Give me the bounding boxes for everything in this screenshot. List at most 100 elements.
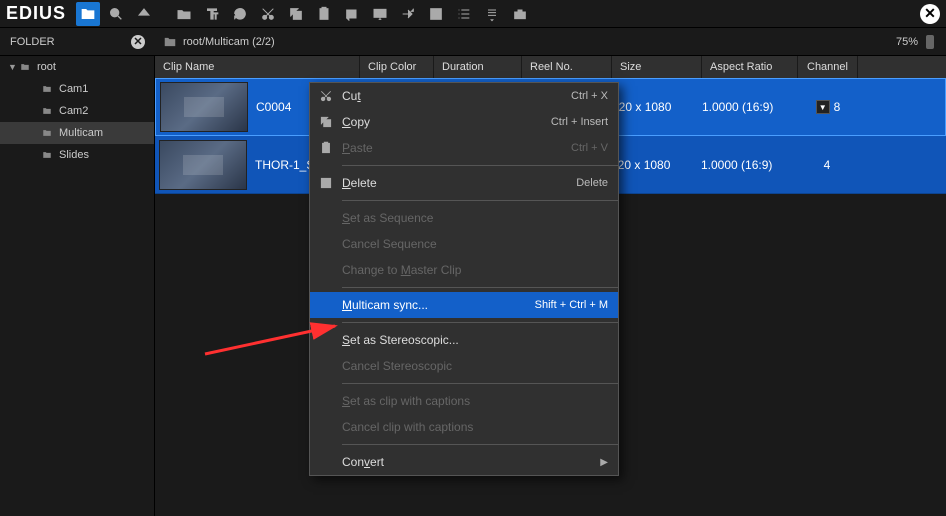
toolbar-list-icon[interactable] (452, 2, 476, 26)
toolbar-undo-icon[interactable] (340, 2, 364, 26)
menu-item-set-sequence: Set as Sequence (310, 205, 618, 231)
clip-size-cell: 920 x 1080 (612, 100, 702, 114)
col-duration[interactable]: Duration (434, 56, 522, 78)
menu-separator (342, 165, 618, 166)
menu-item-cancel-stereo: Cancel Stereoscopic (310, 353, 618, 379)
toolbar-toolbox-icon[interactable] (508, 2, 532, 26)
tree-child-slides[interactable]: Slides (0, 144, 154, 166)
paste-icon (310, 141, 342, 155)
tree-root-label: root (37, 61, 56, 73)
folder-panel-label: FOLDER (10, 36, 55, 48)
menu-label: Cancel Sequence (342, 237, 608, 251)
toolbar-up-icon[interactable] (132, 2, 156, 26)
close-window-button[interactable]: ✕ (920, 4, 940, 24)
column-header: Clip Name Clip Color Duration Reel No. S… (155, 56, 946, 78)
top-toolbar: EDIUS ✕ (0, 0, 946, 28)
s-mark-icon (310, 176, 342, 190)
menu-shortcut: Delete (576, 177, 608, 189)
menu-separator (342, 444, 618, 445)
sub-bar: FOLDER ✕ root/Multicam (2/2) 75% (0, 28, 946, 56)
col-clip-name[interactable]: Clip Name (155, 56, 360, 78)
toolbar-cut-icon[interactable] (256, 2, 280, 26)
clip-thumbnail[interactable] (159, 140, 247, 190)
col-aspect[interactable]: Aspect Ratio (702, 56, 798, 78)
clip-channel-value: 4 (824, 158, 831, 172)
menu-label: Set as Stereoscopic... (342, 333, 608, 347)
breadcrumb-path: root/Multicam (2/2) (183, 36, 275, 48)
clip-channel-cell: 4 (797, 158, 857, 172)
toolbar-addout-icon[interactable] (396, 2, 420, 26)
copy-icon (310, 115, 342, 129)
tree-child-cam2[interactable]: Cam2 (0, 100, 154, 122)
menu-label: Convert (342, 455, 600, 469)
menu-separator (342, 200, 618, 201)
toolbar-open-icon[interactable] (172, 2, 196, 26)
menu-label: Cancel Stereoscopic (342, 359, 608, 373)
folder-panel-header: FOLDER ✕ (0, 35, 155, 49)
folder-tree: ▼ root Cam1 Cam2 Multicam Slides (0, 56, 155, 516)
menu-label: Multicam sync... (342, 298, 535, 312)
folder-clear-button[interactable]: ✕ (131, 35, 145, 49)
folder-icon (18, 62, 32, 72)
menu-item-set-stereo[interactable]: Set as Stereoscopic... (310, 327, 618, 353)
menu-label: Set as Sequence (342, 211, 608, 225)
folder-icon (163, 35, 177, 49)
menu-item-delete[interactable]: Delete Delete (310, 170, 618, 196)
toolbar-display-icon[interactable] (368, 2, 392, 26)
zoom-slider[interactable] (926, 35, 934, 49)
breadcrumb[interactable]: root/Multicam (2/2) (155, 35, 884, 49)
tree-child-label: Slides (59, 149, 89, 161)
toolbar-search-icon[interactable] (104, 2, 128, 26)
col-size[interactable]: Size (612, 56, 702, 78)
clip-thumbnail[interactable] (160, 82, 248, 132)
menu-shortcut: Shift + Ctrl + M (535, 299, 608, 311)
tree-root[interactable]: ▼ root (0, 56, 154, 78)
menu-shortcut: Ctrl + V (571, 142, 608, 154)
submenu-arrow-icon: ▶ (600, 457, 608, 468)
toolbar-text-icon[interactable] (200, 2, 224, 26)
folder-icon (40, 84, 54, 94)
folder-icon (40, 150, 54, 160)
menu-item-paste: Paste Ctrl + V (310, 135, 618, 161)
col-channel[interactable]: Channel (798, 56, 858, 78)
menu-label: Copy (342, 115, 551, 129)
menu-label: Cut (342, 89, 571, 103)
cut-icon (310, 89, 342, 103)
channel-dropdown-icon[interactable]: ▼ (816, 100, 830, 114)
tree-child-cam1[interactable]: Cam1 (0, 78, 154, 100)
menu-item-cancel-captions: Cancel clip with captions (310, 414, 618, 440)
toolbar-paste-icon[interactable] (312, 2, 336, 26)
toolbar-smark-icon[interactable] (424, 2, 448, 26)
menu-shortcut: Ctrl + X (571, 90, 608, 102)
menu-label: Set as clip with captions (342, 394, 608, 408)
menu-label: Change to Master Clip (342, 263, 608, 277)
clip-size-cell: 920 x 1080 (611, 158, 701, 172)
clip-aspect-cell: 1.0000 (16:9) (702, 100, 798, 114)
col-reel[interactable]: Reel No. (522, 56, 612, 78)
menu-label: Cancel clip with captions (342, 420, 608, 434)
menu-item-multicam-sync[interactable]: Multicam sync... Shift + Ctrl + M (310, 292, 618, 318)
menu-item-cancel-sequence: Cancel Sequence (310, 231, 618, 257)
col-clip-color[interactable]: Clip Color (360, 56, 434, 78)
toolbar-folder-icon[interactable] (76, 2, 100, 26)
tree-child-multicam[interactable]: Multicam (0, 122, 154, 144)
folder-icon (40, 106, 54, 116)
tree-expand-icon[interactable]: ▼ (8, 62, 18, 72)
toolbar-listfilter-icon[interactable] (480, 2, 504, 26)
menu-separator (342, 383, 618, 384)
tree-child-label: Cam2 (59, 105, 88, 117)
zoom-area: 75% (884, 35, 946, 49)
menu-item-convert[interactable]: Convert ▶ (310, 449, 618, 475)
menu-separator (342, 322, 618, 323)
menu-item-copy[interactable]: Copy Ctrl + Insert (310, 109, 618, 135)
menu-item-cut[interactable]: Cut Ctrl + X (310, 83, 618, 109)
toolbar-rotate-icon[interactable] (228, 2, 252, 26)
clip-aspect-cell: 1.0000 (16:9) (701, 158, 797, 172)
tree-child-label: Cam1 (59, 83, 88, 95)
menu-item-master-clip: Change to Master Clip (310, 257, 618, 283)
menu-shortcut: Ctrl + Insert (551, 116, 608, 128)
app-title: EDIUS (6, 3, 66, 24)
toolbar-copy-icon[interactable] (284, 2, 308, 26)
clip-channel-value: 8 (834, 100, 841, 114)
menu-separator (342, 287, 618, 288)
